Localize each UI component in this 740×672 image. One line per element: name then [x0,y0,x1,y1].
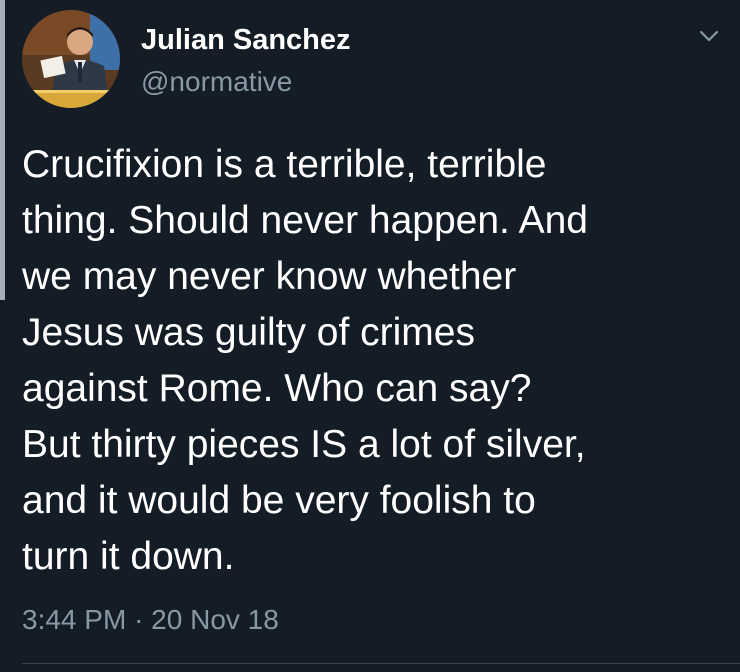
tweet-text-line: But thirty pieces IS a lot of silver, [22,423,586,466]
tweet-time: 3:44 PM [22,604,127,635]
user-handle[interactable]: @normative [141,66,292,98]
tweet-text-line: and it would be very foolish to [22,479,536,522]
tweet-text-line: thing. Should never happen. And [22,199,588,242]
tweet-date: 20 Nov 18 [151,604,279,635]
tweet-text: Crucifixion is a terrible, terrible thin… [22,137,722,585]
chevron-down-icon[interactable] [694,24,724,48]
scroll-indicator [0,0,5,300]
divider [22,663,740,664]
tweet-card: Julian Sanchez @normative Crucifixion is… [0,0,740,672]
avatar[interactable] [22,10,120,108]
timestamp-separator: · [134,604,144,635]
display-name[interactable]: Julian Sanchez [141,24,351,57]
tweet-text-line: Jesus was guilty of crimes [22,311,475,354]
tweet-text-line: against Rome. Who can say? [22,367,532,410]
avatar-photo-icon [22,10,120,108]
tweet-text-line: we may never know whether [22,255,517,298]
tweet-text-line: turn it down. [22,535,235,578]
tweet-timestamp[interactable]: 3:44 PM · 20 Nov 18 [22,604,279,636]
tweet-text-line: Crucifixion is a terrible, terrible [22,143,547,186]
